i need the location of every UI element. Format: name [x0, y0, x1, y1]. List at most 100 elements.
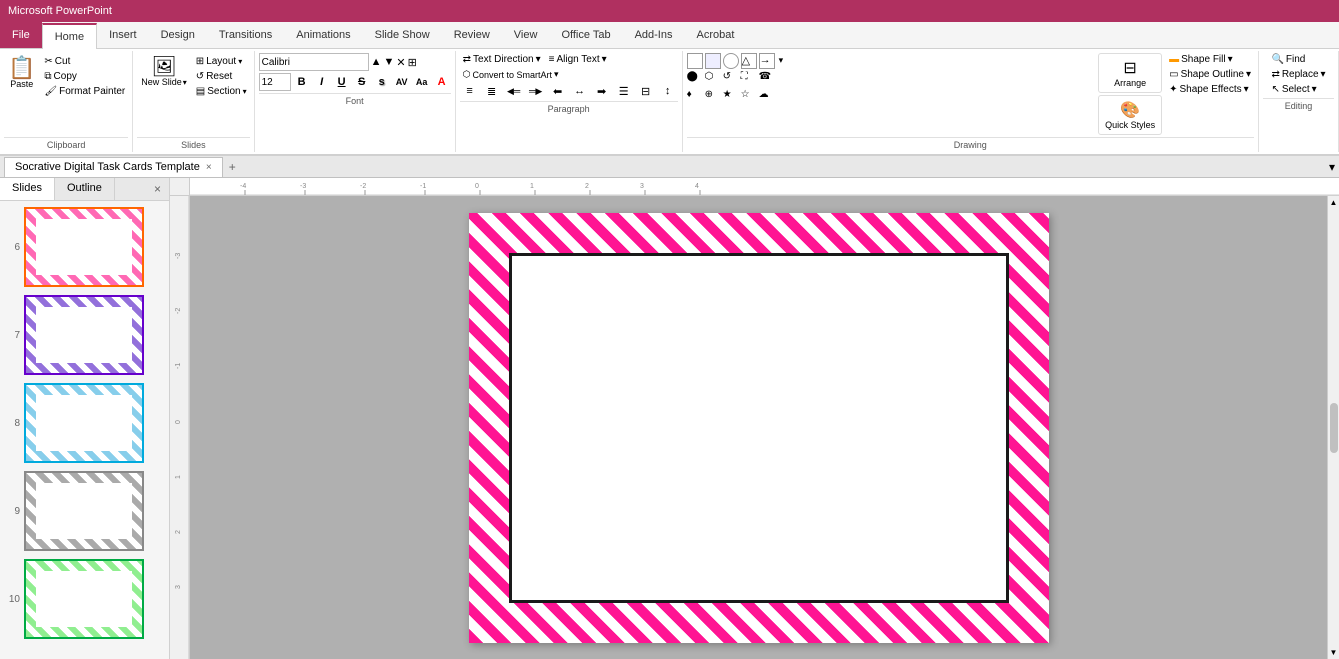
arrow-shape[interactable]: → [759, 53, 775, 69]
font-copy-icon[interactable]: ⊞ [408, 56, 417, 69]
quick-styles-button[interactable]: 🎨 Quick Styles [1098, 95, 1162, 135]
font-size-input[interactable] [259, 73, 291, 91]
justify-button[interactable]: ☰ [614, 83, 634, 99]
new-slide-button[interactable]: 🖼 New Slide ▾ [137, 55, 191, 89]
line-shape[interactable] [687, 53, 703, 69]
italic-button[interactable]: I [313, 73, 331, 91]
ruler-v-svg: -3 -2 -1 0 1 2 3 [170, 196, 190, 659]
align-center-button[interactable]: ↔ [570, 83, 590, 99]
tab-file[interactable]: File [0, 22, 42, 48]
font-shrink-icon[interactable]: ▼ [384, 56, 395, 68]
layout-button[interactable]: ⊞ Layout ▾ [193, 55, 250, 68]
shadow-button[interactable]: s [373, 73, 391, 91]
doc-tab-main[interactable]: Socrative Digital Task Cards Template × [4, 157, 223, 177]
tab-review[interactable]: Review [442, 22, 502, 48]
slide-thumb-7[interactable]: 7 [4, 293, 165, 377]
slide-canvas-area[interactable] [190, 196, 1327, 659]
scroll-up-btn[interactable]: ▲ [1330, 198, 1338, 207]
shape-9[interactable]: ☆ [741, 89, 757, 105]
cut-button[interactable]: ✂ Cut [41, 55, 128, 68]
slide-num-6: 6 [6, 242, 20, 253]
bold-button[interactable]: B [293, 73, 311, 91]
tab-animations[interactable]: Animations [284, 22, 362, 48]
reset-button[interactable]: ↺ Reset [193, 70, 250, 83]
numbering-button[interactable]: ≣ [482, 83, 502, 99]
slides-panel-close-btn[interactable]: × [146, 178, 169, 200]
shape-effects-button[interactable]: ✦ Shape Effects ▾ [1166, 83, 1254, 96]
oval-shape[interactable] [723, 53, 739, 69]
section-button[interactable]: ▤ Section ▾ [193, 85, 250, 98]
tab-slideshow[interactable]: Slide Show [363, 22, 442, 48]
replace-button[interactable]: ⇄ Replace ▾ [1268, 68, 1328, 81]
col-button[interactable]: ⊟ [636, 83, 656, 99]
shapes-more[interactable]: ▾ [777, 53, 786, 69]
rect-shape[interactable] [705, 53, 721, 69]
slide-preview-7[interactable] [24, 295, 144, 375]
paste-button[interactable]: 📋 Paste [4, 55, 39, 91]
convert-smartart-button[interactable]: ⬡ Convert to SmartArt ▾ [460, 68, 562, 81]
shape-5[interactable]: ☎ [759, 71, 775, 87]
line-spacing-button[interactable]: ↕ [658, 83, 678, 99]
format-painter-button[interactable]: 🖌 Format Painter [41, 85, 128, 98]
align-right-button[interactable]: ➡ [592, 83, 612, 99]
slide-thumb-9[interactable]: 9 [4, 469, 165, 553]
shape-3[interactable]: ↺ [723, 71, 739, 87]
shape-4[interactable]: ⛶ [741, 71, 757, 87]
triangle-shape[interactable]: △ [741, 53, 757, 69]
doc-tab-close-btn[interactable]: × [206, 162, 212, 173]
shape-8[interactable]: ★ [723, 89, 739, 105]
shapes-row2: ⬤ ⬡ ↺ ⛶ ☎ [687, 71, 1094, 87]
slides-tab[interactable]: Slides [0, 178, 55, 200]
tab-transitions[interactable]: Transitions [207, 22, 284, 48]
shape-fill-button[interactable]: ▬ Shape Fill ▾ [1166, 53, 1254, 66]
shape-10[interactable]: ☁ [759, 89, 775, 105]
font-row2: B I U S s AV Aa A [259, 73, 451, 91]
slide-inner-content[interactable] [509, 253, 1009, 603]
bullets-button[interactable]: ≡ [460, 83, 480, 99]
copy-button[interactable]: ⧉ Copy [41, 70, 128, 83]
increase-indent-button[interactable]: ═▶ [526, 83, 546, 99]
align-left-button[interactable]: ⬅ [548, 83, 568, 99]
tab-home[interactable]: Home [42, 23, 97, 49]
paragraph-controls: ⇄ Text Direction ▾ ≡ Align Text ▾ ⬡ Conv… [460, 53, 678, 99]
outline-tab[interactable]: Outline [55, 178, 115, 200]
slide-preview-9[interactable] [24, 471, 144, 551]
shape-7[interactable]: ⊕ [705, 89, 721, 105]
ribbon-collapse-btn[interactable]: ▾ [1325, 158, 1339, 176]
tab-insert[interactable]: Insert [97, 22, 149, 48]
slide-main[interactable] [469, 213, 1049, 643]
tab-view[interactable]: View [502, 22, 550, 48]
align-text-button[interactable]: ≡ Align Text ▾ [546, 53, 610, 66]
case-button[interactable]: Aa [413, 73, 431, 91]
char-spacing-button[interactable]: AV [393, 73, 411, 91]
slide-thumb-8[interactable]: 8 [4, 381, 165, 465]
slide-preview-6[interactable] [24, 207, 144, 287]
v-scrollbar[interactable]: ▲ ▼ [1327, 196, 1339, 659]
underline-button[interactable]: U [333, 73, 351, 91]
shape-1[interactable]: ⬤ [687, 71, 703, 87]
slide-thumb-10[interactable]: 10 [4, 557, 165, 641]
shape-outline-button[interactable]: ▭ Shape Outline ▾ [1166, 68, 1254, 81]
select-button[interactable]: ↖ Select ▾ [1268, 83, 1328, 96]
shape-2[interactable]: ⬡ [705, 71, 721, 87]
arrange-button[interactable]: ⊟ Arrange [1098, 53, 1162, 93]
shape-6[interactable]: ♦ [687, 89, 703, 105]
tab-addins[interactable]: Add-Ins [623, 22, 685, 48]
font-clear-icon[interactable]: ✕ [396, 56, 405, 69]
find-button[interactable]: 🔍 Find [1268, 53, 1328, 66]
font-grow-icon[interactable]: ▲ [371, 56, 382, 68]
tab-design[interactable]: Design [149, 22, 207, 48]
slide-preview-10[interactable] [24, 559, 144, 639]
text-direction-button[interactable]: ⇄ Text Direction ▾ [460, 53, 544, 66]
slide-thumb-6[interactable]: 6 [4, 205, 165, 289]
scroll-down-btn[interactable]: ▼ [1330, 648, 1338, 657]
font-color-button[interactable]: A [433, 73, 451, 91]
scroll-thumb[interactable] [1330, 403, 1338, 453]
font-name-input[interactable] [259, 53, 369, 71]
strikethrough-button[interactable]: S [353, 73, 371, 91]
slide-preview-8[interactable] [24, 383, 144, 463]
decrease-indent-button[interactable]: ◀═ [504, 83, 524, 99]
doc-tab-new-btn[interactable]: + [223, 158, 242, 176]
tab-acrobat[interactable]: Acrobat [684, 22, 746, 48]
tab-officetab[interactable]: Office Tab [549, 22, 622, 48]
